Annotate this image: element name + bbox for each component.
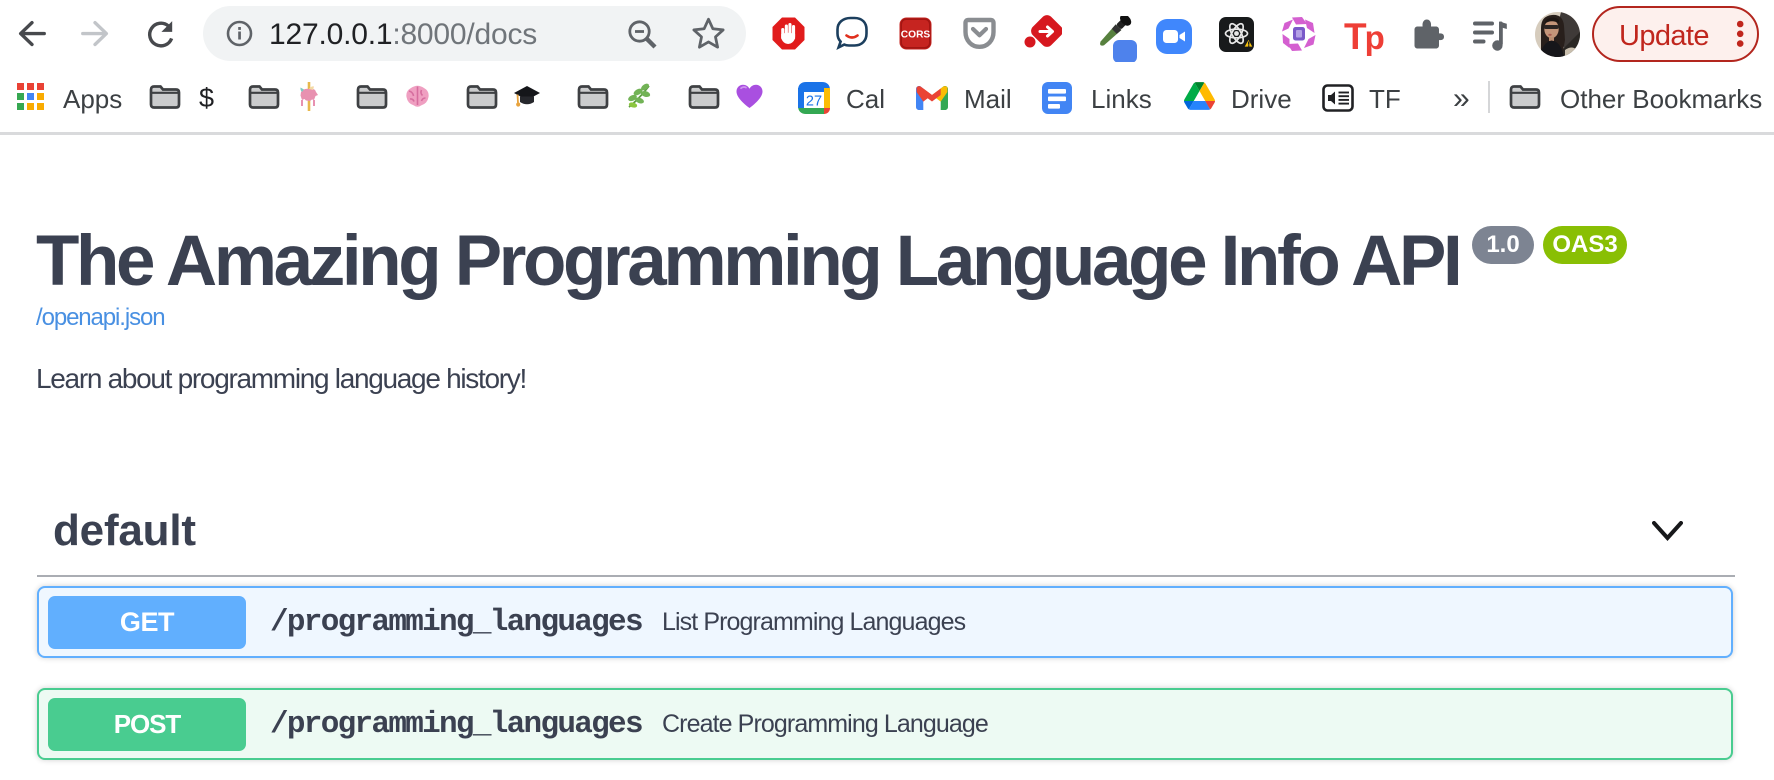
svg-text:27: 27 <box>806 94 822 110</box>
svg-text:CORS: CORS <box>901 29 931 40</box>
